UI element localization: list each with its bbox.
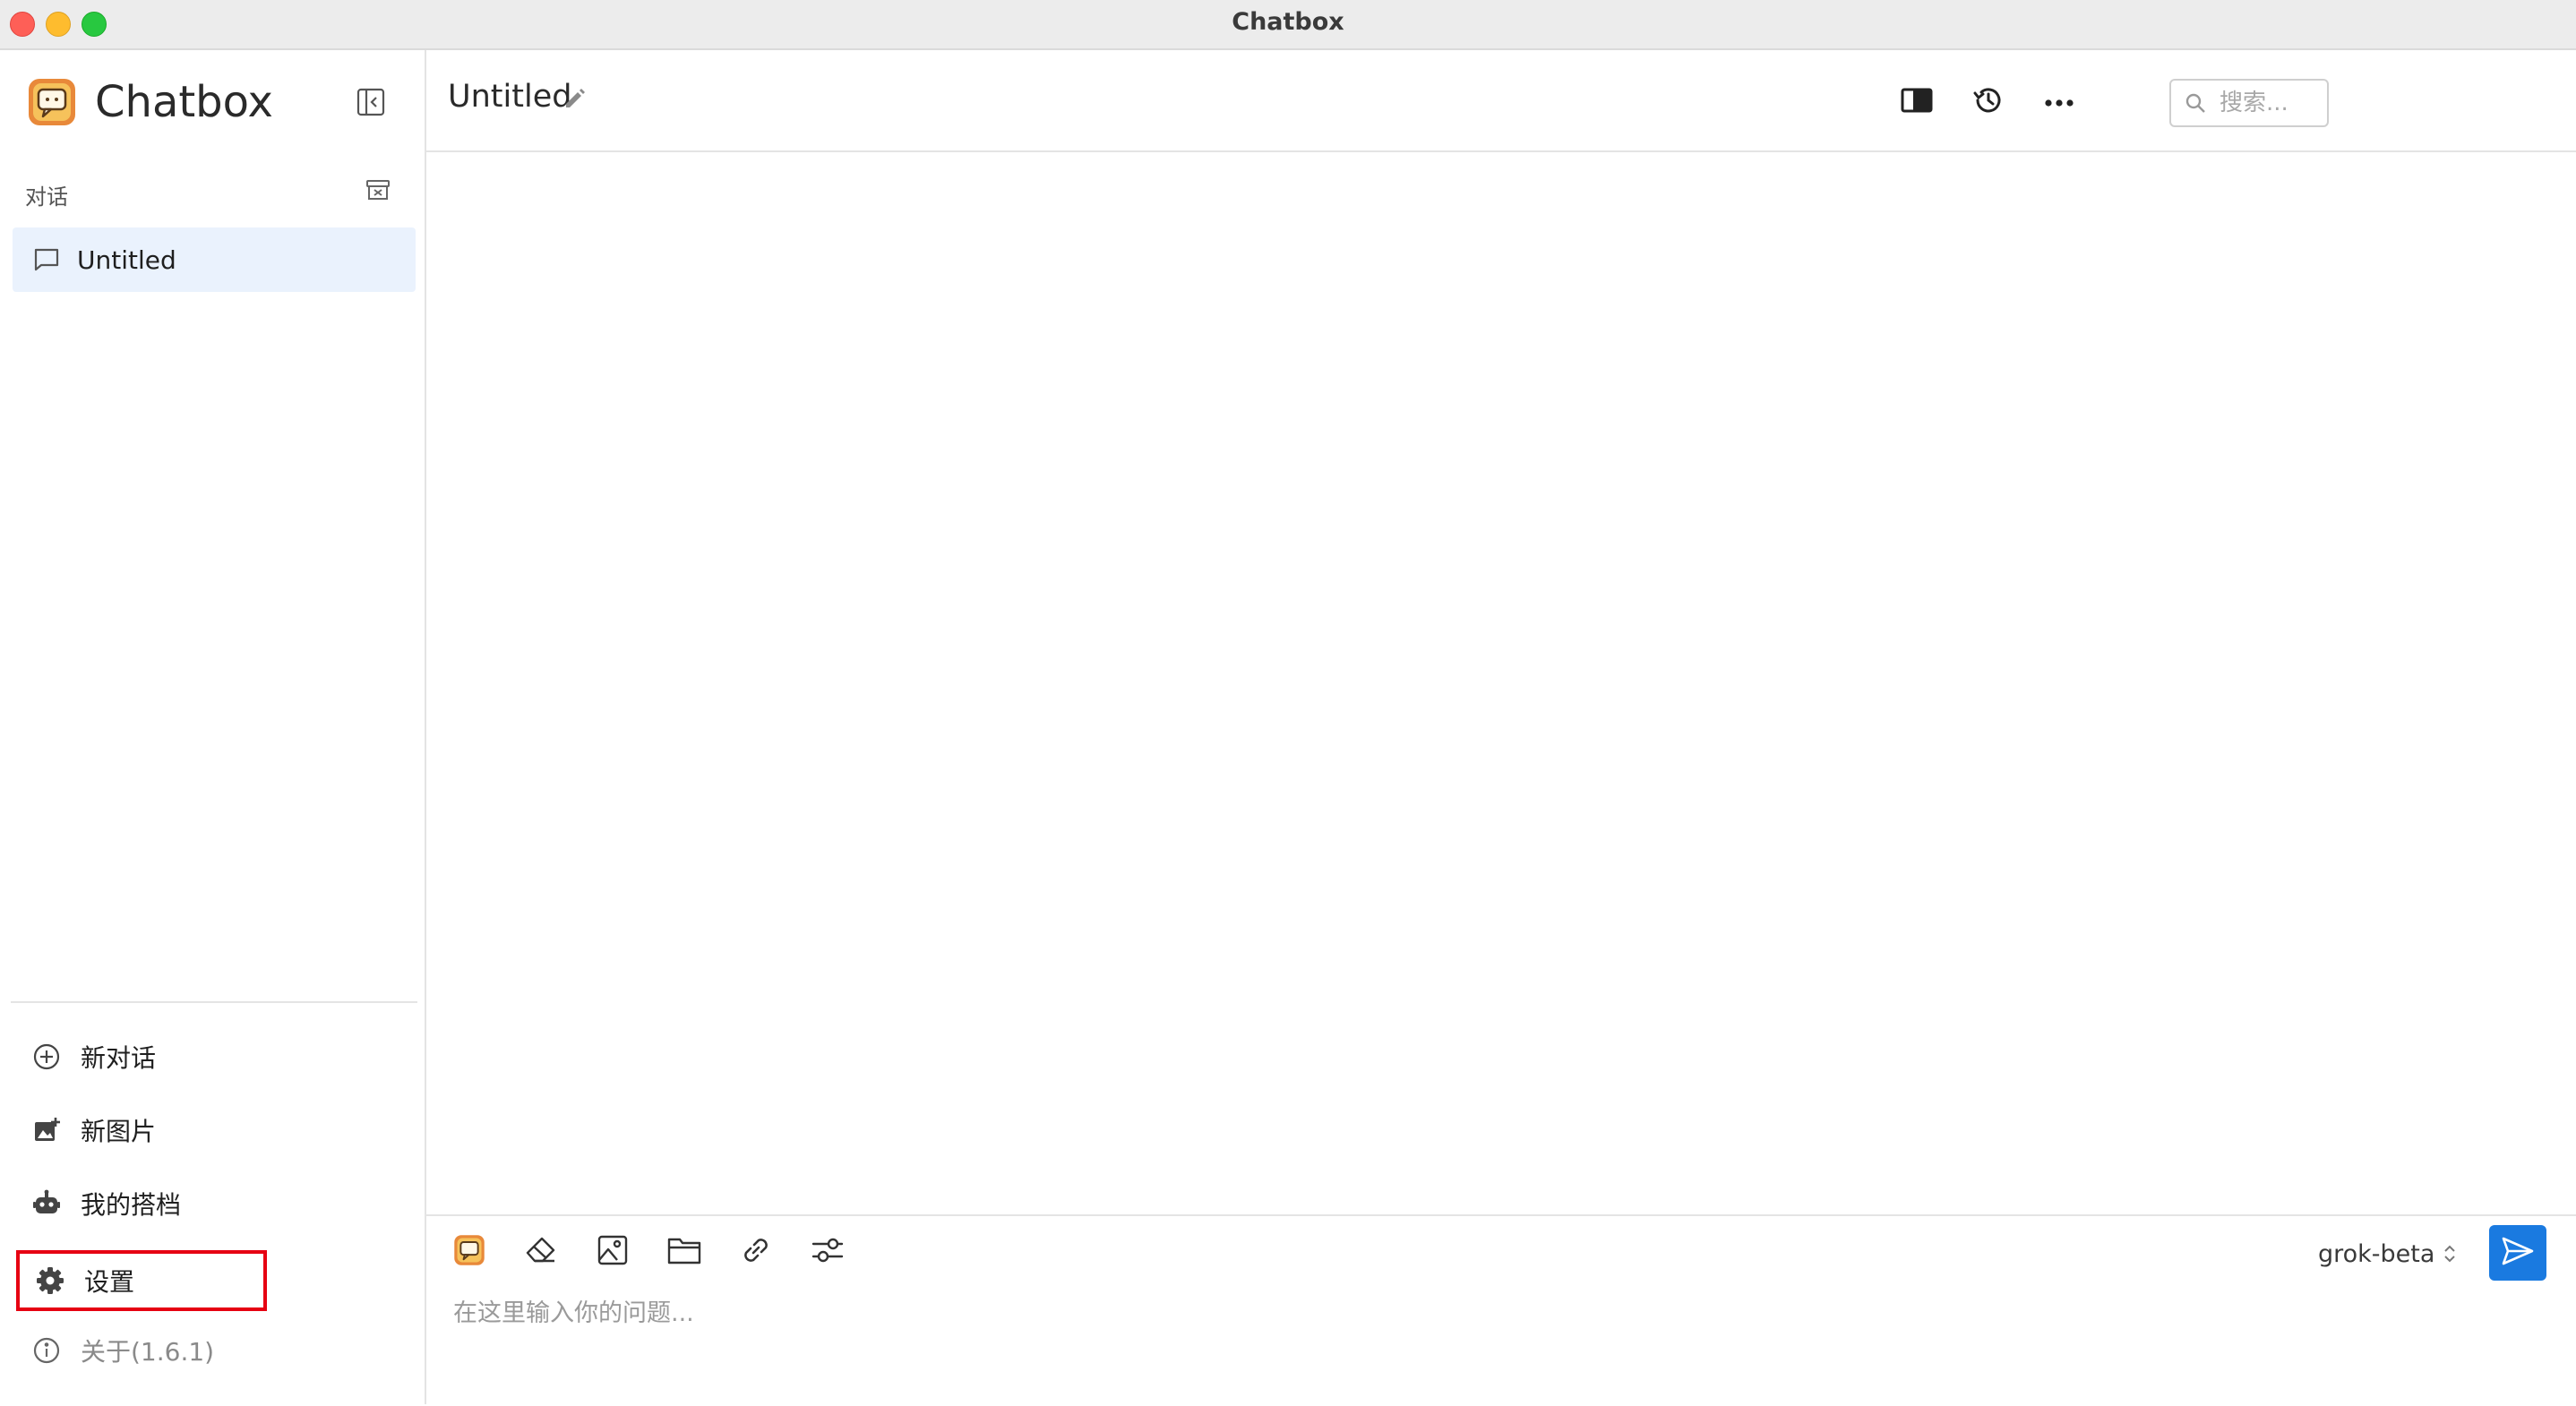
message-input[interactable] [453, 1293, 2531, 1383]
partner-avatar-button[interactable] [448, 1230, 491, 1273]
image-icon [596, 1233, 630, 1271]
chat-settings-button[interactable] [806, 1230, 849, 1273]
my-partners-label: 我的搭档 [81, 1190, 182, 1220]
robot-icon [30, 1187, 63, 1220]
conversations-section-label: 对话 [25, 184, 68, 210]
sidebar-collapse-icon [356, 87, 386, 121]
title-bar: Chatbox [0, 0, 2576, 50]
window-title: Chatbox [1232, 8, 1344, 36]
new-image-label: 新图片 [81, 1117, 157, 1146]
link-icon [738, 1232, 774, 1272]
archive-icon [365, 176, 391, 207]
search-box[interactable] [2169, 79, 2329, 127]
eraser-icon [524, 1233, 558, 1271]
about-label: 关于(1.6.1) [81, 1337, 215, 1367]
image-add-icon [30, 1114, 63, 1146]
insert-link-button[interactable] [734, 1230, 777, 1273]
clear-button[interactable] [519, 1230, 562, 1273]
brand: Chatbox [27, 75, 273, 129]
new-chat-label: 新对话 [81, 1043, 157, 1073]
about-button[interactable]: 关于(1.6.1) [13, 1320, 416, 1381]
settings-label: 设置 [84, 1267, 135, 1297]
conversation-label: Untitled [77, 244, 176, 275]
split-view-button[interactable] [1895, 81, 1938, 124]
app-name: Chatbox [95, 77, 273, 127]
chatbox-logo-icon [27, 77, 77, 127]
history-icon [1971, 83, 2005, 121]
new-chat-button[interactable]: 新对话 [13, 1026, 416, 1087]
search-icon [2184, 90, 2209, 116]
edit-title-button[interactable] [561, 86, 589, 115]
folder-icon [666, 1234, 702, 1270]
split-view-icon [1901, 87, 1933, 117]
model-name: grok-beta [2318, 1239, 2435, 1268]
chevron-updown-icon [2442, 1240, 2460, 1267]
pencil-icon [562, 86, 588, 115]
info-icon [30, 1334, 63, 1367]
send-button[interactable] [2489, 1225, 2546, 1281]
settings-button[interactable]: 设置 [16, 1250, 267, 1311]
session-title: Untitled [448, 79, 572, 115]
more-button[interactable] [2038, 81, 2081, 124]
history-button[interactable] [1967, 81, 2010, 124]
conversation-item[interactable]: Untitled [13, 227, 416, 292]
gear-icon [34, 1265, 66, 1297]
send-icon [2500, 1233, 2536, 1273]
insert-image-button[interactable] [591, 1230, 634, 1273]
model-selector[interactable]: grok-beta [2318, 1236, 2460, 1272]
main-panel: Untitled 搜索... grok-beta 在这里输入你的问题... [426, 50, 2576, 1406]
chat-header: Untitled [426, 50, 2576, 152]
sliders-icon [810, 1232, 846, 1272]
plus-circle-icon [30, 1041, 63, 1073]
chat-bubble-icon [32, 244, 63, 275]
more-horizontal-icon [2044, 94, 2074, 111]
app-window: Chatbox Chatbox 对话 Untitled 新对话 新图片 我的搭档… [0, 0, 2576, 1406]
my-partners-button[interactable]: 我的搭档 [13, 1173, 416, 1234]
sidebar-divider [11, 1001, 417, 1003]
sidebar: Chatbox 对话 Untitled 新对话 新图片 我的搭档 设置 关于(1… [0, 50, 426, 1404]
sidebar-collapse-button[interactable] [351, 84, 391, 124]
new-image-button[interactable]: 新图片 [13, 1100, 416, 1161]
search-input[interactable] [2218, 89, 2320, 117]
chatbox-logo-icon [453, 1234, 485, 1270]
attach-file-button[interactable] [663, 1230, 706, 1273]
archive-button[interactable] [362, 176, 394, 208]
composer: grok-beta [426, 1214, 2576, 1406]
